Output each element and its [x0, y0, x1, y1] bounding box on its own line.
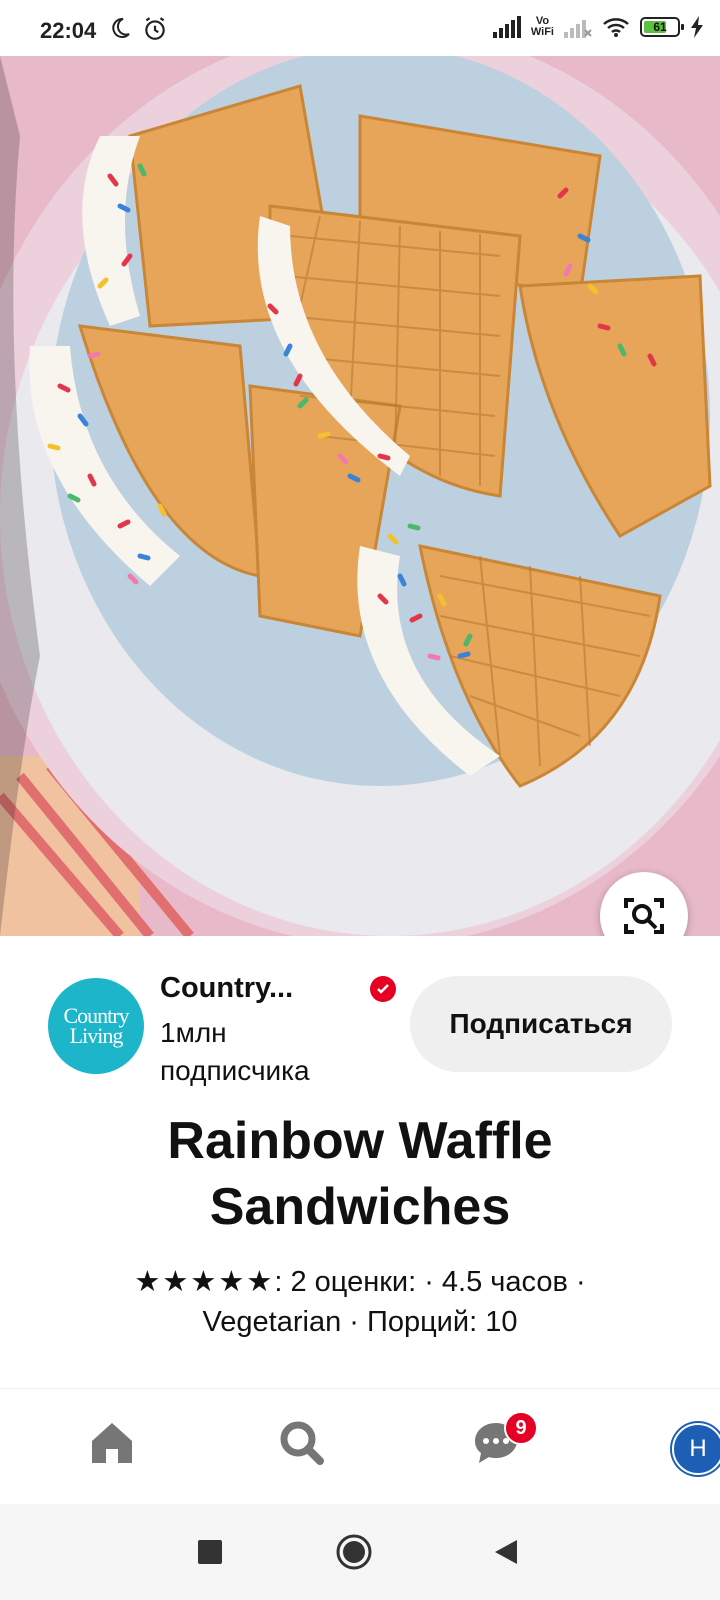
wifi-icon [603, 18, 629, 37]
follow-button[interactable]: Подписаться [410, 976, 672, 1072]
signal-off-icon [564, 20, 592, 38]
avatar-logo-line2: Living [69, 1023, 124, 1048]
back-button[interactable] [486, 1532, 526, 1572]
search-icon [280, 1421, 324, 1465]
home-system-button[interactable] [334, 1532, 374, 1572]
triangle-back-icon [495, 1540, 517, 1564]
rating-stars: ★★★★★ [134, 1266, 275, 1298]
system-navigation-bar [0, 1504, 720, 1600]
waffle-sandwiches-illustration [0, 56, 720, 936]
bottom-navigation: 9 Н [0, 1388, 720, 1505]
creator-row: Country Living Country... 1млн подписчик… [0, 970, 720, 1086]
signal-icon [492, 16, 521, 38]
circle-icon [336, 1534, 372, 1570]
recents-button[interactable] [190, 1532, 230, 1572]
battery-icon: 61 [640, 17, 684, 37]
alarm-icon [145, 17, 165, 40]
pin-title: Rainbow Waffle Sandwiches [167, 1112, 553, 1236]
nav-search[interactable] [270, 1411, 334, 1475]
verified-icon [370, 976, 396, 1002]
lens-search-icon [624, 898, 664, 934]
nav-profile[interactable]: Н [672, 1423, 720, 1475]
messages-badge: 9 [504, 1411, 538, 1445]
creator-name[interactable]: Country... [160, 972, 293, 1005]
status-bar: 22:04 Vo WiFi 61 [0, 0, 720, 56]
nav-home[interactable] [80, 1411, 144, 1475]
square-icon [198, 1540, 222, 1564]
status-icons-right: Vo WiFi 61 [492, 15, 704, 38]
recipe-meta: ★★★★★: 2 оценки: · 4.5 часов · Vegetaria… [60, 1262, 660, 1342]
pin-image[interactable] [0, 56, 720, 936]
vowifi-indicator: Vo WiFi [530, 15, 554, 38]
status-icons-left [108, 16, 168, 42]
creator-avatar[interactable]: Country Living [48, 978, 144, 1074]
recipe-details: Vegetarian · Порций: 10 [202, 1306, 518, 1338]
rating-details: : 2 оценки: · 4.5 часов · [274, 1266, 586, 1298]
status-time: 22:04 [40, 18, 97, 43]
home-icon [92, 1423, 132, 1463]
follower-count: 1млн подписчика [160, 1017, 310, 1086]
moon-icon [112, 17, 130, 38]
charging-icon [691, 16, 703, 38]
